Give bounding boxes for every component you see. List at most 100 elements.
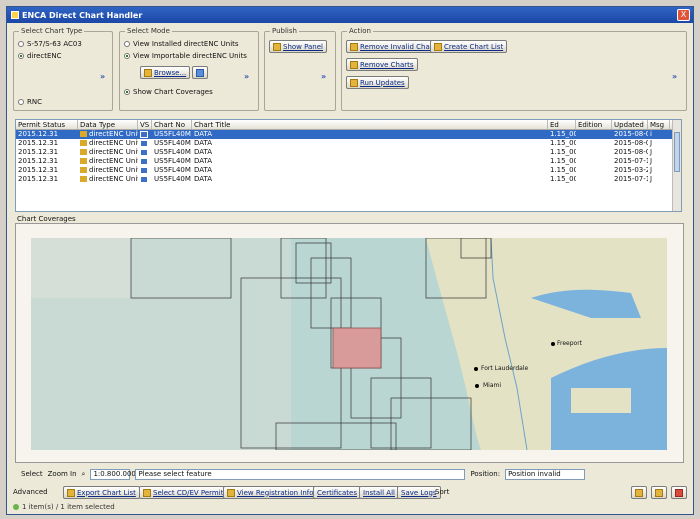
ed-cell: 1.15_00_00 bbox=[550, 148, 576, 156]
remove-charts-button[interactable]: Remove Charts bbox=[346, 58, 418, 71]
vs-status-icon bbox=[140, 148, 148, 156]
chart-type-option-rnc[interactable]: RNC bbox=[18, 98, 42, 106]
radio-icon bbox=[124, 53, 130, 59]
unit-icon bbox=[80, 167, 87, 173]
close-button[interactable]: X bbox=[677, 9, 690, 21]
expand-chevron-icon[interactable]: » bbox=[244, 72, 249, 81]
table-row[interactable]: 2015.12.31 directENC Unit US5FL40M DATA 1.15… bbox=[16, 148, 681, 157]
table-row[interactable]: 2015.12.31 directENC Unit US5FL40M DATA 1.15… bbox=[16, 157, 681, 166]
remove-invalid-charts-button[interactable]: Remove Invalid Charts bbox=[346, 40, 444, 53]
scrollbar-thumb[interactable] bbox=[674, 132, 680, 172]
ed-cell: 1.15_00_00 bbox=[550, 139, 576, 147]
browse-button[interactable]: Browse... bbox=[140, 66, 191, 79]
sort-label[interactable]: Sort bbox=[435, 488, 449, 496]
chart-no-cell: US5FL40M bbox=[154, 157, 191, 165]
permit-icon bbox=[143, 488, 151, 497]
chart-no-cell: US5FL40M bbox=[154, 148, 191, 156]
col-vs[interactable]: VS bbox=[138, 120, 152, 129]
info-icon bbox=[227, 488, 235, 497]
remove-icon bbox=[350, 60, 358, 69]
radio-icon bbox=[18, 41, 24, 47]
install-all-button[interactable]: Install All bbox=[359, 486, 399, 499]
permit-status-cell: 2015.12.31 bbox=[18, 130, 59, 138]
select-tool[interactable]: Select bbox=[21, 470, 43, 478]
data-type-cell: directENC Unit bbox=[78, 139, 138, 148]
selected-chart-cell[interactable] bbox=[332, 327, 382, 369]
view-registration-button[interactable]: View Registration Info bbox=[223, 486, 318, 499]
island bbox=[571, 388, 631, 413]
updated-cell: 2015-03-23 bbox=[614, 166, 648, 174]
chart-type-option-s57[interactable]: S-57/S-63 AC03 bbox=[18, 40, 82, 48]
col-data-type[interactable]: Data Type bbox=[78, 120, 138, 129]
col-updated[interactable]: Updated bbox=[612, 120, 648, 129]
data-type-cell: directENC Unit bbox=[78, 130, 138, 139]
message-field: Please select feature bbox=[135, 468, 466, 480]
mode-legend: Select Mode bbox=[125, 27, 172, 35]
mode-option-installed[interactable]: View Installed directENC Units bbox=[124, 40, 239, 48]
export-chart-list-button[interactable]: Export Chart List bbox=[63, 486, 140, 499]
create-chart-list-button[interactable]: Create Chart List bbox=[430, 40, 508, 53]
permit-status-cell: 2015.12.31 bbox=[18, 148, 59, 156]
msg-cell: J bbox=[650, 166, 653, 174]
radio-icon bbox=[124, 41, 130, 47]
settings-button[interactable] bbox=[651, 486, 667, 499]
export-icon bbox=[67, 488, 75, 497]
chart-title-cell: DATA bbox=[194, 157, 213, 165]
zoom-in-tool[interactable]: Zoom In bbox=[48, 470, 77, 478]
table-scrollbar[interactable] bbox=[672, 120, 681, 211]
publish-legend: Publish bbox=[270, 27, 299, 35]
scale-field[interactable]: 1:0.800.000 bbox=[90, 468, 136, 480]
action-group: Action Remove Invalid Charts Create Char… bbox=[341, 27, 687, 111]
title-bar: ENCA Direct Chart Handler bbox=[7, 7, 693, 23]
permit-status-cell: 2015.12.31 bbox=[18, 139, 59, 147]
table-row[interactable]: 2015.12.31 directENC Unit US5FL40M DATA 1.15… bbox=[16, 130, 681, 139]
unit-icon bbox=[80, 131, 87, 137]
edition-cell bbox=[576, 175, 612, 184]
col-chart-no[interactable]: Chart No bbox=[152, 120, 192, 129]
col-permit-status[interactable]: Permit Status bbox=[16, 120, 78, 129]
exit-icon bbox=[675, 488, 683, 497]
zoom-glass-icon[interactable]: ⌕ bbox=[82, 470, 86, 479]
chart-no-cell: US5FL40M bbox=[154, 130, 191, 138]
show-coverages-checkbox[interactable]: Show Chart Coverages bbox=[124, 88, 213, 96]
vs-status-icon bbox=[140, 130, 148, 138]
window-title: ENCA Direct Chart Handler bbox=[22, 10, 143, 20]
advanced-toggle[interactable]: Advanced bbox=[13, 488, 48, 496]
select-permits-button[interactable]: Select CD/EV Permits bbox=[139, 486, 232, 499]
expand-chevron-icon[interactable]: » bbox=[672, 72, 677, 81]
vs-cell bbox=[138, 157, 152, 166]
table-row[interactable]: 2015.12.31 directENC Unit US5FL40M DATA 1.15… bbox=[16, 166, 681, 175]
chart-type-option-directenc[interactable]: directENC bbox=[18, 52, 62, 60]
coverage-map[interactable]: Fort Lauderdale Miami Freeport bbox=[31, 238, 667, 450]
edition-cell bbox=[576, 148, 612, 157]
run-updates-button[interactable]: Run Updates bbox=[346, 76, 409, 89]
certificates-button[interactable]: Certificates bbox=[313, 486, 362, 499]
table-row[interactable]: 2015.12.31 directENC Unit US5FL40M DATA 1.15… bbox=[16, 139, 681, 148]
vs-cell bbox=[138, 148, 152, 157]
col-msg[interactable]: Msg bbox=[648, 120, 670, 129]
vs-status-icon bbox=[140, 157, 148, 165]
data-type-cell: directENC Unit bbox=[78, 175, 138, 184]
permit-status-cell: 2015.12.31 bbox=[18, 175, 59, 183]
col-edition[interactable]: Edition bbox=[576, 120, 612, 129]
chart-title-cell: DATA bbox=[194, 148, 213, 156]
edition-cell bbox=[576, 166, 612, 175]
ed-cell: 1.15_00_00 bbox=[550, 166, 576, 174]
help-icon bbox=[635, 488, 643, 497]
expand-chevron-icon[interactable]: » bbox=[321, 72, 326, 81]
col-ed[interactable]: Ed bbox=[548, 120, 576, 129]
table-row[interactable]: 2015.12.31 directENC Unit US5FL40M DATA 1.15… bbox=[16, 175, 681, 184]
show-panel-button[interactable]: Show Panel bbox=[269, 40, 327, 53]
ed-cell: 1.15_00_00 bbox=[550, 157, 576, 165]
refresh-button[interactable] bbox=[192, 66, 208, 79]
col-chart-title[interactable]: Chart Title bbox=[192, 120, 548, 129]
action-legend: Action bbox=[347, 27, 373, 35]
mode-option-importable[interactable]: View Importable directENC Units bbox=[124, 52, 247, 60]
exit-button[interactable] bbox=[671, 486, 687, 499]
vs-cell bbox=[138, 175, 152, 184]
expand-chevron-icon[interactable]: » bbox=[100, 72, 105, 81]
updated-cell: 2015-08-07 bbox=[614, 148, 648, 156]
help-button[interactable] bbox=[631, 486, 647, 499]
checkbox-icon bbox=[124, 89, 130, 95]
msg-cell: J bbox=[650, 139, 653, 147]
